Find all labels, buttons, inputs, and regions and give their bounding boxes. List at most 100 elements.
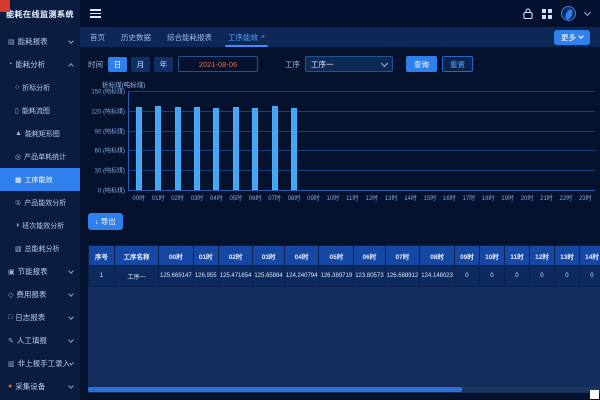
- y-tick-label: 90 (吨标煤): [95, 126, 125, 135]
- sidebar-item-energy-saving-report[interactable]: ▣节能报表: [0, 260, 80, 283]
- column-header: 序号: [89, 246, 115, 266]
- tab-process-efficiency[interactable]: 工序能效×: [228, 27, 265, 47]
- x-tick-label: 18时: [482, 193, 495, 202]
- sidebar-item-shift-efficiency-analysis[interactable]: ◑班次能效分析: [0, 214, 80, 237]
- table-cell: 123.80573: [354, 266, 385, 287]
- sidebar-item-energy-report[interactable]: ▤能耗报表: [0, 30, 80, 53]
- x-tick-label: 00时: [132, 193, 145, 202]
- period-toggle: 日月年: [108, 57, 173, 72]
- scrollbar-thumb[interactable]: [88, 387, 462, 392]
- column-header: 02时: [218, 246, 253, 266]
- sidebar-item-label: 采集设备: [15, 381, 45, 392]
- export-button[interactable]: ↓ 导出: [88, 213, 123, 230]
- more-button[interactable]: 更多: [554, 30, 590, 45]
- user-avatar[interactable]: [561, 6, 576, 21]
- table-cell: 126.389719: [319, 266, 354, 287]
- sidebar: 能耗在线监测系统 ▤能耗报表◔能耗分析○折标分析▯能耗流图▲能耗矩形图◎产品单耗…: [0, 0, 80, 400]
- x-tick-label: 15时: [424, 193, 437, 202]
- process-select[interactable]: 工序一: [305, 56, 393, 72]
- sidebar-item-conversion-analysis[interactable]: ○折标分析: [0, 76, 80, 99]
- menu-icon[interactable]: [90, 13, 101, 15]
- app-root: 能耗在线监测系统 ▤能耗报表◔能耗分析○折标分析▯能耗流图▲能耗矩形图◎产品单耗…: [0, 0, 600, 400]
- tab-bar: 首页 历史数据 综合能耗报表工序能效× 更多: [80, 27, 600, 47]
- sidebar-item-label: 节能报表: [18, 266, 48, 277]
- chevron-down-icon: [68, 291, 74, 297]
- flow-icon: ▯: [15, 107, 19, 115]
- close-icon[interactable]: ×: [261, 34, 265, 41]
- table-cell: 124.148023: [420, 266, 455, 287]
- sidebar-item-label: 费用报表: [16, 289, 46, 300]
- reset-button[interactable]: 重置: [442, 56, 473, 72]
- x-tick-label: 20时: [521, 193, 534, 202]
- query-button[interactable]: 查询: [406, 56, 437, 72]
- export-button-label: 导出: [101, 216, 116, 227]
- sidebar-item-label: 能耗分析: [15, 59, 45, 70]
- content-area: 时间 日月年 工序 工序一 查询 重置 折标煤(吨标煤) 0 (吨标煤)30 (…: [80, 47, 600, 400]
- x-tick-label: 17时: [462, 193, 475, 202]
- sidebar-item-log-report[interactable]: □日志报表: [0, 306, 80, 329]
- cost-icon: ◇: [8, 291, 13, 299]
- app-title: 能耗在线监测系统: [0, 0, 80, 30]
- sidebar-item-label: 能耗报表: [18, 36, 48, 47]
- filter-bar: 时间 日月年 工序 工序一 查询 重置: [80, 47, 600, 76]
- sidebar-item-product-efficiency-analysis[interactable]: ①产品能效分析: [0, 191, 80, 214]
- period-button-month[interactable]: 月: [131, 57, 150, 72]
- y-tick-label: 30 (吨标煤): [95, 166, 125, 175]
- tab-home[interactable]: 首页: [90, 27, 105, 47]
- y-tick-label: 60 (吨标煤): [95, 146, 125, 155]
- analysis-icon: ◔: [8, 61, 12, 68]
- sidebar-item-cost-report[interactable]: ◇费用报表: [0, 283, 80, 306]
- table-cell: 126.688912: [385, 266, 420, 287]
- topbar: [80, 0, 600, 27]
- column-header: 05时: [319, 246, 354, 266]
- chevron-down-icon: [68, 337, 74, 343]
- horizontal-scrollbar[interactable]: [88, 387, 600, 392]
- column-header: 06时: [354, 246, 385, 266]
- sidebar-item-label: 非上报手工录入: [18, 358, 71, 369]
- table-cell: 125.669147: [159, 266, 194, 287]
- sidebar-item-manual-entry[interactable]: ✎人工填报: [0, 329, 80, 352]
- sidebar-item-product-unit-stats[interactable]: ◎产品单耗统计: [0, 145, 80, 168]
- chart-bar: [136, 107, 142, 190]
- x-tick-label: 10时: [327, 193, 340, 202]
- chevron-down-icon: [69, 360, 74, 365]
- x-tick-label: 07时: [268, 193, 281, 202]
- date-input[interactable]: [178, 56, 258, 72]
- x-tick-label: 06时: [249, 193, 262, 202]
- chevron-down-icon[interactable]: [584, 9, 591, 16]
- column-header: 03时: [253, 246, 284, 266]
- x-tick-label: 19时: [501, 193, 514, 202]
- chart-bar: [194, 107, 200, 190]
- column-header: 12时: [529, 246, 554, 266]
- tab-history-data[interactable]: 历史数据: [121, 27, 151, 47]
- chart-bar: [272, 106, 278, 190]
- x-tick-label: 02时: [171, 193, 184, 202]
- column-header: 09时: [454, 246, 479, 266]
- chevron-up-icon: [68, 63, 74, 69]
- tab-comprehensive-energy-report[interactable]: 综合能耗报表: [167, 27, 212, 47]
- circle-icon: ○: [15, 84, 19, 91]
- apps-grid-icon[interactable]: [542, 9, 552, 19]
- sidebar-item-collection-device[interactable]: ●采集设备: [0, 375, 80, 398]
- lock-icon[interactable]: [523, 8, 533, 19]
- table-cell: 126.955: [193, 266, 218, 287]
- chart-bar: [291, 108, 297, 190]
- column-header: 00时: [159, 246, 194, 266]
- device-icon: ●: [8, 383, 12, 390]
- sidebar-item-energy-rect-chart[interactable]: ▲能耗矩形图: [0, 122, 80, 145]
- sidebar-item-process-efficiency[interactable]: ▦工序能效: [0, 168, 80, 191]
- period-button-year[interactable]: 年: [154, 57, 173, 72]
- sidebar-item-energy-analysis[interactable]: ◔能耗分析: [0, 53, 80, 76]
- sidebar-item-energy-flow-chart[interactable]: ▯能耗流图: [0, 99, 80, 122]
- table-cell: 0: [454, 266, 479, 287]
- more-button-label: 更多: [561, 32, 576, 43]
- column-header: 04时: [284, 246, 319, 266]
- sidebar-item-non-report-manual-input[interactable]: ▥非上报手工录入: [0, 352, 80, 375]
- table-cell: 1: [89, 266, 115, 287]
- x-tick-label: 08时: [288, 193, 301, 202]
- tab-label: 历史数据: [121, 32, 151, 43]
- sidebar-item-total-energy-analysis[interactable]: ▧总能耗分析: [0, 237, 80, 260]
- process-filter-label: 工序: [285, 59, 300, 70]
- y-tick-label: 120 (吨标煤): [91, 106, 125, 115]
- period-button-day[interactable]: 日: [108, 57, 127, 72]
